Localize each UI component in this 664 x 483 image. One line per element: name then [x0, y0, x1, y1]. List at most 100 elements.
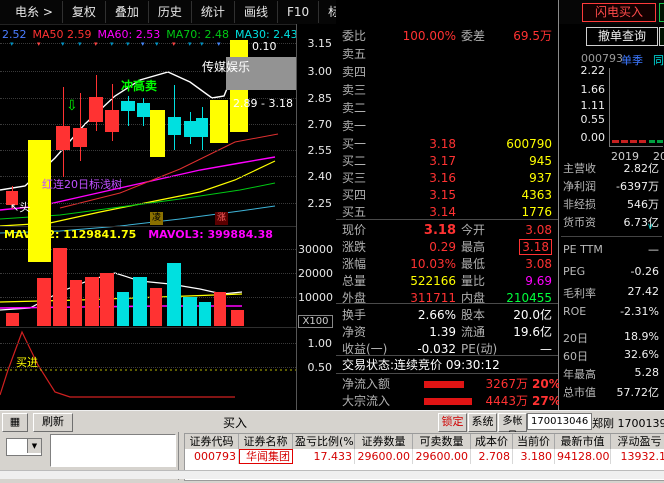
- stat-label-1: 外盘: [342, 291, 367, 305]
- fin-divider: [561, 236, 662, 237]
- candle-mark: ▾: [237, 40, 241, 48]
- sell-signal-label: 冲高卖: [121, 79, 158, 93]
- flow-value: 3267万: [485, 377, 528, 391]
- menu-item-电糸 >[interactable]: 电糸 >: [6, 1, 63, 23]
- pane-divider: [0, 327, 296, 328]
- candle: [210, 100, 228, 143]
- stat-value-2: 3.18: [472, 239, 552, 256]
- menu-item-统计[interactable]: 统计: [192, 1, 235, 23]
- flash-sell-button-clipped[interactable]: [659, 3, 664, 22]
- sell-level-label: 卖二: [342, 101, 367, 115]
- stat-value-1: 2.66%: [417, 308, 456, 322]
- order-type-dropdown[interactable]: ▼: [6, 438, 42, 456]
- positions-cell: 29600.00: [355, 449, 413, 464]
- grid-icon-button[interactable]: ▦: [2, 413, 28, 432]
- volume-bar: [6, 313, 19, 326]
- user-account-label: 郑刚 170013946: [592, 417, 664, 430]
- buy-volume: 600790: [506, 137, 552, 151]
- positions-header-8: 浮动盈亏: [611, 434, 664, 449]
- fin-chart-period[interactable]: 单季: [621, 52, 643, 68]
- fin-ratio-value: 18.9%: [624, 330, 659, 343]
- stat-value-2-inner: 9.69: [525, 274, 552, 288]
- menu-item-画线[interactable]: 画线: [235, 1, 278, 23]
- volume-bar: [53, 248, 67, 326]
- buy-price: 3.16: [429, 171, 456, 185]
- axis-label: 20000: [298, 267, 333, 280]
- stat-row: 总量 522166 量比 9.69: [336, 273, 558, 290]
- sell-row[interactable]: 卖一: [336, 118, 558, 135]
- lock-button[interactable]: 锁定: [438, 413, 467, 432]
- volume-bar: [133, 277, 147, 326]
- mini-bar-positive: [649, 140, 655, 143]
- positions-header-2: 盈亏比例(%): [295, 434, 355, 449]
- menu-item-历史[interactable]: 历史: [149, 1, 192, 23]
- trade-status-row: 交易状态:连续竞价 09:30:12: [336, 357, 558, 374]
- cancel-order-query-button[interactable]: 撤单查询: [586, 27, 658, 46]
- candle: [137, 103, 150, 117]
- bottom-toolbar: ▦ 刷新 买入 锁定 系统 多帐号 170013046 郑刚 170013946: [0, 410, 664, 442]
- sell-row[interactable]: 卖五: [336, 46, 558, 63]
- menu-item-复权[interactable]: 复权: [63, 1, 106, 23]
- stat-value-2-inner: 20.0亿: [513, 308, 552, 322]
- system-button[interactable]: 系统: [468, 413, 497, 432]
- finance-panel: 撤单查询 000793 单季 同 2019 20 ∨ 2.22 1.66 1.11 0…: [559, 24, 664, 410]
- gridline: [0, 273, 296, 274]
- volume-bar: [100, 273, 114, 326]
- flow-label: 大宗流入: [342, 394, 391, 408]
- axis-label: 2.40: [307, 170, 333, 183]
- buy-volume: 4363: [521, 188, 552, 202]
- axis-label: 2.85: [307, 92, 333, 105]
- kline-chart[interactable]: 传媒娱乐 2.89 - 3.18 0.10 冲高卖 ⇩ 红连20日标浅树 ↖头 …: [0, 40, 296, 410]
- sell-level-label: 卖三: [342, 83, 367, 97]
- positions-cell: 13932.1: [611, 449, 664, 464]
- menu-item-叠加[interactable]: 叠加: [106, 1, 149, 23]
- candle-mark: ▾: [188, 40, 192, 48]
- buy-row[interactable]: 买四 3.15 4363: [336, 187, 558, 204]
- stat-value-2: 20.0亿: [472, 307, 552, 324]
- stat-row: 涨幅 10.03% 最低 3.08: [336, 256, 558, 273]
- top-menu-bar: 电糸 >复权叠加历史统计画线F10标记自选返回 M 000793 华闻集团 闪电…: [0, 0, 664, 25]
- volume-unit-label: X100: [298, 315, 333, 328]
- mini-bar-negative: [639, 140, 646, 143]
- account-number-field[interactable]: 170013046: [527, 413, 592, 430]
- refresh-button[interactable]: 刷新: [33, 413, 73, 432]
- buy-row[interactable]: 买三 3.16 937: [336, 170, 558, 187]
- sell-level-label: 卖四: [342, 65, 367, 79]
- fin-row-label: 净利润: [563, 180, 596, 193]
- sell-row[interactable]: 卖三: [336, 82, 558, 99]
- positions-header-7: 最新市值: [555, 434, 611, 449]
- stat-label-1: 净资: [342, 325, 367, 339]
- buy-volume: 945: [529, 154, 552, 168]
- sell-row[interactable]: 卖二: [336, 100, 558, 117]
- table-row[interactable]: 000793 华闻集团 17.433 29600.00 29600.00 2.708 3.1…: [185, 449, 664, 464]
- clipped-button[interactable]: [659, 27, 664, 46]
- menu-item-F10[interactable]: F10: [278, 1, 320, 23]
- volume-bar: [150, 288, 162, 326]
- stat-value-2: 210455: [472, 290, 552, 307]
- mini-bar-positive: [657, 140, 663, 143]
- flash-buy-button[interactable]: 闪电买入: [582, 3, 656, 22]
- buy-row[interactable]: 买二 3.17 945: [336, 153, 558, 170]
- buy-signal-label: 买进: [16, 356, 38, 369]
- sector-label[interactable]: 传媒娱乐: [202, 58, 250, 75]
- head-label: ↖头: [10, 201, 31, 214]
- mini-axis-label: 0.55: [580, 113, 606, 126]
- volume-bar: [117, 292, 129, 326]
- positions-cell: 2.708: [471, 449, 513, 464]
- stat-value-1: 0.29: [429, 240, 456, 254]
- mini-bar-negative: [630, 140, 637, 143]
- mini-axis-label: 2.22: [580, 64, 606, 77]
- multi-account-button[interactable]: 多帐号: [498, 413, 527, 442]
- sell-row[interactable]: 卖四: [336, 64, 558, 81]
- order-entry-area[interactable]: [50, 434, 176, 467]
- dropdown-arrow-icon[interactable]: ▼: [27, 439, 41, 453]
- candle-mark: ▾: [110, 40, 114, 48]
- buy-row[interactable]: 买一 3.18 600790: [336, 136, 558, 153]
- fin-ratio-label: 总市值: [563, 386, 596, 399]
- fin-row-value: 2.82亿: [623, 162, 660, 175]
- buy-level-label: 买二: [342, 154, 367, 168]
- weibi-label: 委比: [342, 29, 367, 43]
- fin-chart-yoy[interactable]: 同: [653, 52, 664, 68]
- candle-mark: ▾: [172, 40, 176, 48]
- stat-value-1: 3.18: [423, 223, 456, 238]
